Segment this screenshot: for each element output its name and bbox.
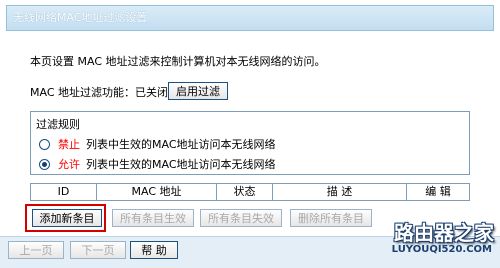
column-edit: 编 辑 bbox=[425, 185, 451, 198]
filter-rules-title: 过滤规则 bbox=[36, 118, 80, 131]
rule-allow-text: 列表中生效的MAC地址访问本无线网络 bbox=[86, 158, 276, 171]
column-id: ID bbox=[31, 184, 97, 200]
rule-deny-text: 列表中生效的MAC地址访问本无线网络 bbox=[86, 138, 276, 151]
rule-deny-radio[interactable] bbox=[39, 138, 50, 150]
help-button[interactable]: 帮 助 bbox=[130, 241, 178, 259]
rule-allow-radio[interactable] bbox=[39, 158, 50, 170]
rule-allow-option[interactable]: 允许 列表中生效的MAC地址访问本无线网络 bbox=[39, 156, 276, 172]
page-description: 本页设置 MAC 地址过滤来控制计算机对本无线网络的访问。 bbox=[30, 55, 326, 68]
page-title: 无线网络MAC地址过滤设置 bbox=[13, 11, 148, 24]
rule-deny-option[interactable]: 禁止 列表中生效的MAC地址访问本无线网络 bbox=[39, 136, 276, 152]
delete-all-button[interactable]: 删除所有条目 bbox=[290, 209, 372, 227]
watermark-name: 路由器之家 bbox=[394, 221, 494, 245]
mac-table-header: ID MAC 地址 状态 描 述 编 辑 bbox=[30, 183, 470, 201]
filter-rules-group: 过滤规则 禁止 列表中生效的MAC地址访问本无线网络 允许 列表中生效的MAC地… bbox=[30, 111, 470, 175]
site-watermark: 路由器之家 LUYOUQI520.COM bbox=[390, 222, 498, 266]
watermark-url: LUYOUQI520.COM bbox=[391, 244, 492, 255]
next-page-button[interactable]: 下一页 bbox=[70, 241, 126, 259]
enable-filter-button[interactable]: 启用过滤 bbox=[168, 82, 228, 100]
panel-title-bar: 无线网络MAC地址过滤设置 bbox=[6, 5, 494, 31]
rule-allow-keyword: 允许 bbox=[58, 158, 80, 171]
column-description: 描 述 bbox=[273, 184, 407, 200]
rule-deny-keyword: 禁止 bbox=[58, 138, 80, 151]
column-status: 状态 bbox=[217, 184, 273, 200]
disable-all-button[interactable]: 所有条目失效 bbox=[200, 209, 282, 227]
filter-status-label: MAC 地址过滤功能：已关闭 bbox=[30, 86, 168, 99]
enable-all-button[interactable]: 所有条目生效 bbox=[112, 209, 194, 227]
column-mac-address: MAC 地址 bbox=[97, 184, 217, 200]
prev-page-button[interactable]: 上一页 bbox=[8, 241, 64, 259]
add-entry-button[interactable]: 添加新条目 bbox=[32, 209, 102, 227]
